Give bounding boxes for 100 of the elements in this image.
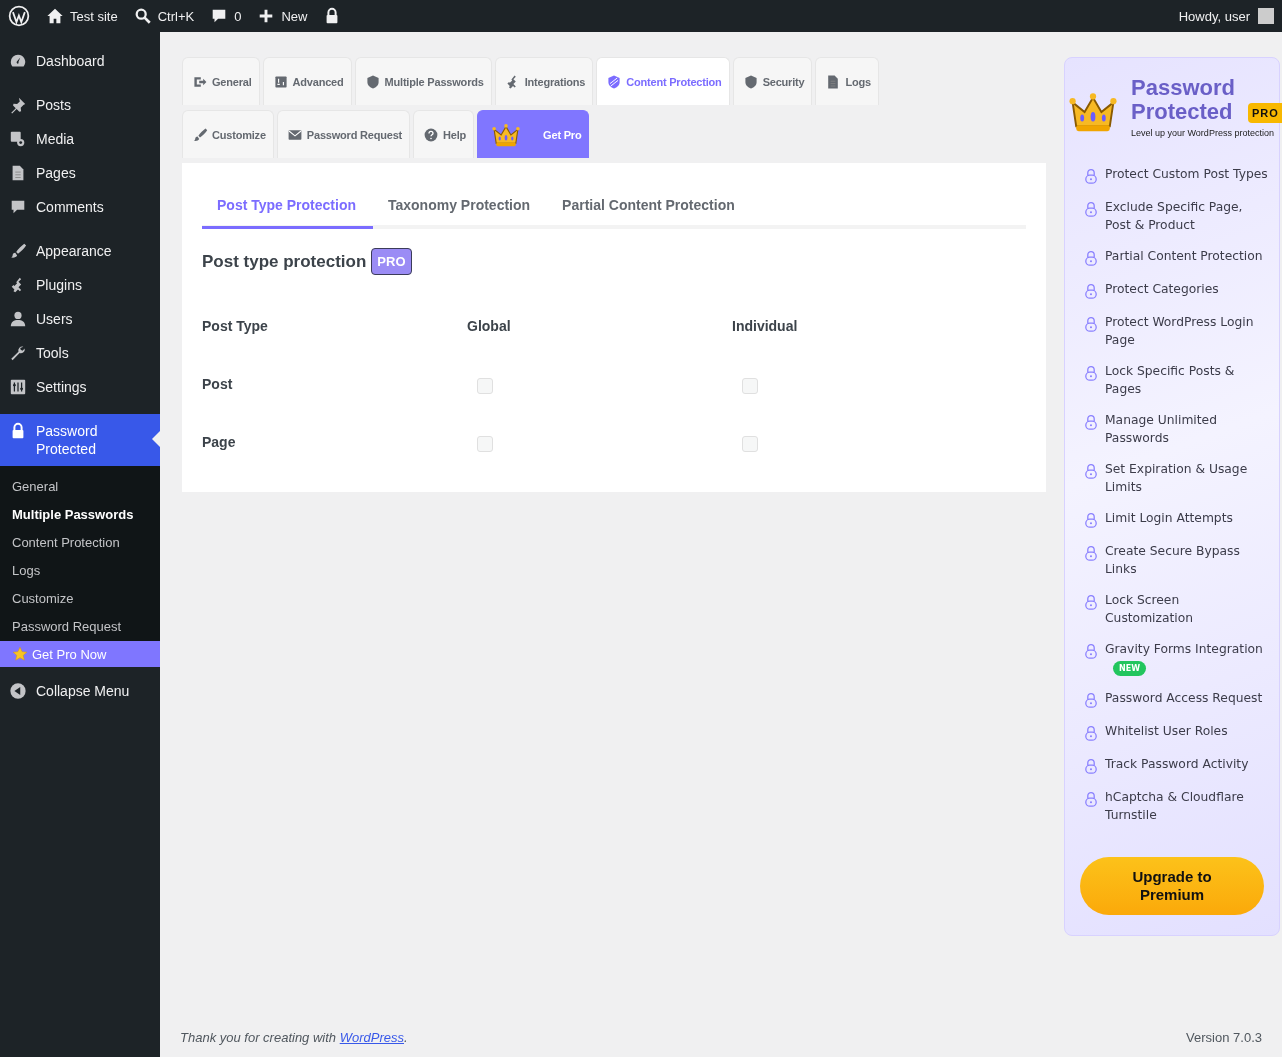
padlock-icon	[1083, 544, 1099, 562]
tab[interactable]: Logs	[815, 57, 879, 105]
sidebar-item[interactable]: Posts	[0, 88, 160, 122]
feature-label: Partial Content Protection	[1105, 249, 1263, 263]
tab[interactable]: Customize	[182, 110, 274, 158]
sidebar-item[interactable]: Plugins	[0, 268, 160, 302]
sidebar-item[interactable]: Tools	[0, 336, 160, 370]
feature-label: Gravity Forms Integration	[1105, 642, 1263, 656]
subtab[interactable]: Taxonomy Protection	[373, 183, 548, 229]
comments-link[interactable]: 0	[202, 0, 250, 32]
section-title: Post type protection	[202, 251, 367, 272]
feature-label: Exclude Specific Page, Post & Product	[1105, 200, 1243, 232]
sliders-icon	[272, 73, 289, 90]
home-icon	[46, 7, 64, 25]
feature-label: hCaptcha & Cloudflare Turnstile	[1105, 790, 1244, 822]
padlock-icon	[1083, 724, 1099, 742]
sidebar-item[interactable]: Appearance	[0, 234, 160, 268]
site-link[interactable]: Test site	[38, 0, 126, 32]
feature-label: Lock Specific Posts & Pages	[1105, 364, 1235, 396]
search-command[interactable]: Ctrl+K	[125, 0, 203, 32]
tab[interactable]: Security	[732, 57, 813, 105]
upgrade-button[interactable]: Upgrade to Premium	[1080, 857, 1264, 915]
column-header: Individual	[732, 318, 799, 336]
feature-label: Protect WordPress Login Page	[1105, 315, 1254, 347]
paintbrush-icon	[192, 126, 208, 143]
wordpress-link[interactable]: WordPress	[339, 1030, 404, 1045]
sidebar-item[interactable]: Dashboard	[0, 44, 160, 78]
submenu-item[interactable]: Customize	[0, 585, 160, 613]
tagline: Level up your WordPress protection	[1131, 128, 1275, 138]
tab[interactable]: Help	[413, 110, 475, 158]
tab[interactable]: Content Protection	[596, 57, 730, 105]
column-header: Global	[467, 318, 512, 336]
shield-icon	[606, 73, 623, 90]
feature-label: Lock Screen Customization	[1105, 593, 1194, 625]
new-content-menu[interactable]: New	[249, 0, 316, 32]
submenu-item[interactable]: Password Request	[0, 613, 160, 641]
product-title: Password Protected	[1131, 76, 1236, 124]
checkbox[interactable]	[742, 378, 758, 394]
tab[interactable]: Multiple Passwords	[354, 57, 492, 105]
user-icon	[9, 310, 27, 328]
feature-label: Manage Unlimited Passwords	[1105, 413, 1217, 445]
row-label: Post	[202, 376, 234, 394]
feature-label: Protect Custom Post Types	[1105, 167, 1268, 181]
checkbox[interactable]	[477, 378, 493, 394]
padlock-icon	[1083, 593, 1099, 611]
tab[interactable]: Advanced	[262, 57, 352, 105]
padlock-icon	[1083, 167, 1099, 185]
subtab[interactable]: Partial Content Protection	[547, 183, 752, 229]
submenu-item[interactable]: Multiple Passwords	[0, 501, 160, 529]
feature-label: Limit Login Attempts	[1105, 511, 1233, 525]
shield-icon	[364, 73, 381, 90]
tab[interactable]: General	[182, 57, 260, 105]
sidebar-item[interactable]: Media	[0, 122, 160, 156]
padlock-icon	[1083, 413, 1099, 431]
column-header: Post Type	[202, 318, 269, 336]
feature-label: Create Secure Bypass Links	[1105, 544, 1240, 576]
pro-badge: PRO	[1248, 103, 1282, 123]
feature-label: Set Expiration & Usage Limits	[1105, 462, 1248, 494]
version-text: Version 7.0.3	[1186, 1030, 1262, 1045]
tab[interactable]: Password Request	[276, 110, 411, 158]
checkbox[interactable]	[477, 436, 493, 452]
feature-label: Password Access Request	[1105, 691, 1263, 705]
get-pro-link[interactable]: Get Pro Now	[0, 641, 160, 667]
wordpress-logo-icon	[8, 5, 30, 27]
collapse-icon	[9, 682, 27, 700]
get-pro-tab[interactable]: Get Pro	[477, 110, 590, 158]
padlock-icon	[1083, 790, 1099, 808]
collapse-menu-button[interactable]: Collapse Menu	[0, 674, 160, 708]
feature-label: Track Password Activity	[1105, 757, 1249, 771]
sidebar-item[interactable]: Comments	[0, 190, 160, 224]
search-icon	[133, 7, 152, 25]
checkbox[interactable]	[742, 436, 758, 452]
submenu-item[interactable]: Content Protection	[0, 529, 160, 557]
padlock-icon	[1083, 200, 1099, 218]
sidebar-item[interactable]: Settings	[0, 370, 160, 404]
subtab[interactable]: Post Type Protection	[202, 183, 373, 229]
sidebar-item[interactable]: Users	[0, 302, 160, 336]
padlock-icon	[1083, 462, 1099, 480]
padlock-icon	[1083, 511, 1099, 529]
avatar-icon	[1258, 8, 1274, 24]
pro-badge: PRO	[371, 248, 412, 275]
sidebar-item[interactable]: Password Protected	[0, 414, 160, 466]
shield-icon	[742, 73, 759, 90]
padlock-icon	[1083, 282, 1099, 300]
account-menu[interactable]: Howdy, user	[1170, 0, 1282, 32]
wrench-icon	[9, 344, 27, 362]
footer-credit: Thank you for creating with WordPress.	[180, 1030, 408, 1045]
padlock-icon	[1083, 642, 1099, 660]
row-label: Page	[202, 434, 237, 452]
media-icon	[9, 130, 27, 148]
new-badge: NEW	[1113, 661, 1146, 676]
sidebar-item[interactable]: Pages	[0, 156, 160, 190]
padlock-icon	[1083, 249, 1099, 267]
help-icon	[423, 126, 440, 143]
submenu-item[interactable]: Logs	[0, 557, 160, 585]
feature-label: Protect Categories	[1105, 282, 1219, 296]
padlock-icon	[1083, 315, 1099, 333]
tab[interactable]: Integrations	[494, 57, 594, 105]
pushpin-icon	[9, 96, 27, 114]
submenu-item[interactable]: General	[0, 473, 160, 501]
